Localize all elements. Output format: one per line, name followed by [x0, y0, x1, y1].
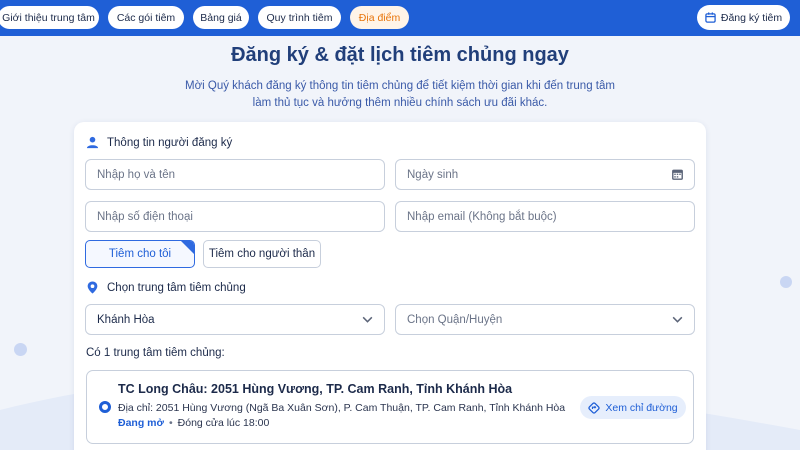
nav-item-about[interactable]: Giới thiệu trung tâm [0, 6, 99, 29]
calendar-icon[interactable] [671, 168, 684, 181]
district-placeholder: Chọn Quận/Huyện [407, 313, 503, 326]
phone-input[interactable]: Nhập số điện thoại [85, 201, 385, 232]
district-select[interactable]: Chọn Quận/Huyện [395, 304, 695, 335]
center-closing-time: Đóng cửa lúc 18:00 [177, 417, 270, 429]
email-input[interactable]: Nhập email (Không bắt buộc) [395, 201, 695, 232]
option-vaccinate-for-relative[interactable]: Tiêm cho người thân [203, 240, 321, 268]
center-name: TC Long Châu: 2051 Hùng Vương, TP. Cam R… [118, 382, 513, 396]
chevron-down-icon [362, 316, 373, 323]
decor-dot [14, 343, 27, 356]
registrant-section-header: Thông tin người đăng ký [86, 136, 232, 149]
center-status: Đang mở • Đóng cửa lúc 18:00 [118, 417, 269, 429]
chevron-down-icon [672, 316, 683, 323]
option-vaccinate-for-me-label: Tiêm cho tôi [108, 248, 172, 260]
full-name-input[interactable]: Nhập họ và tên [85, 159, 385, 190]
decor-dot [780, 276, 792, 288]
option-vaccinate-for-me[interactable]: Tiêm cho tôi [85, 240, 195, 268]
center-section-label: Chọn trung tâm tiêm chủng [107, 281, 246, 294]
center-address: Địa chỉ: 2051 Hùng Vương (Ngã Ba Xuân Sơ… [118, 402, 566, 414]
province-select[interactable]: Khánh Hòa [85, 304, 385, 335]
province-selected-value: Khánh Hòa [97, 313, 155, 326]
nav-item-locations[interactable]: Địa điểm [350, 6, 409, 29]
date-of-birth-placeholder: Ngày sinh [407, 168, 459, 181]
email-placeholder: Nhập email (Không bắt buộc) [407, 210, 557, 223]
page-subtitle: Mời Quý khách đăng ký thông tin tiêm chủ… [185, 80, 615, 109]
nav-item-pricing[interactable]: Bảng giá [193, 6, 249, 29]
map-pin-icon [87, 281, 98, 294]
date-of-birth-input[interactable]: Ngày sinh [395, 159, 695, 190]
center-section-header: Chọn trung tâm tiêm chủng [86, 281, 246, 294]
calendar-icon [705, 12, 716, 23]
top-nav-bar: Giới thiệu trung tâm Các gói tiêm Bảng g… [0, 0, 800, 36]
phone-placeholder: Nhập số điện thoại [97, 210, 193, 223]
register-vaccination-button[interactable]: Đăng ký tiêm [697, 5, 790, 30]
selected-corner-marker [181, 241, 194, 254]
center-list-item[interactable]: TC Long Châu: 2051 Hùng Vương, TP. Cam R… [86, 370, 694, 444]
nav-item-process[interactable]: Quy trình tiêm [258, 6, 341, 29]
option-vaccinate-for-relative-label: Tiêm cho người thân [208, 248, 316, 260]
directions-icon [588, 401, 601, 414]
center-radio-selected[interactable] [99, 401, 111, 413]
page-title: Đăng ký & đặt lịch tiêm chủng ngay [231, 44, 569, 66]
register-button-label: Đăng ký tiêm [720, 11, 783, 24]
center-open-status: Đang mở [118, 417, 164, 429]
full-name-placeholder: Nhập họ và tên [97, 168, 176, 181]
view-directions-label: Xem chỉ đường [605, 401, 678, 414]
nav-item-packages[interactable]: Các gói tiêm [108, 6, 184, 29]
center-count-label: Có 1 trung tâm tiêm chủng: [86, 347, 225, 359]
status-separator: • [168, 417, 173, 429]
registrant-section-label: Thông tin người đăng ký [107, 136, 233, 149]
user-icon [86, 136, 99, 149]
view-directions-button[interactable]: Xem chỉ đường [580, 396, 686, 419]
